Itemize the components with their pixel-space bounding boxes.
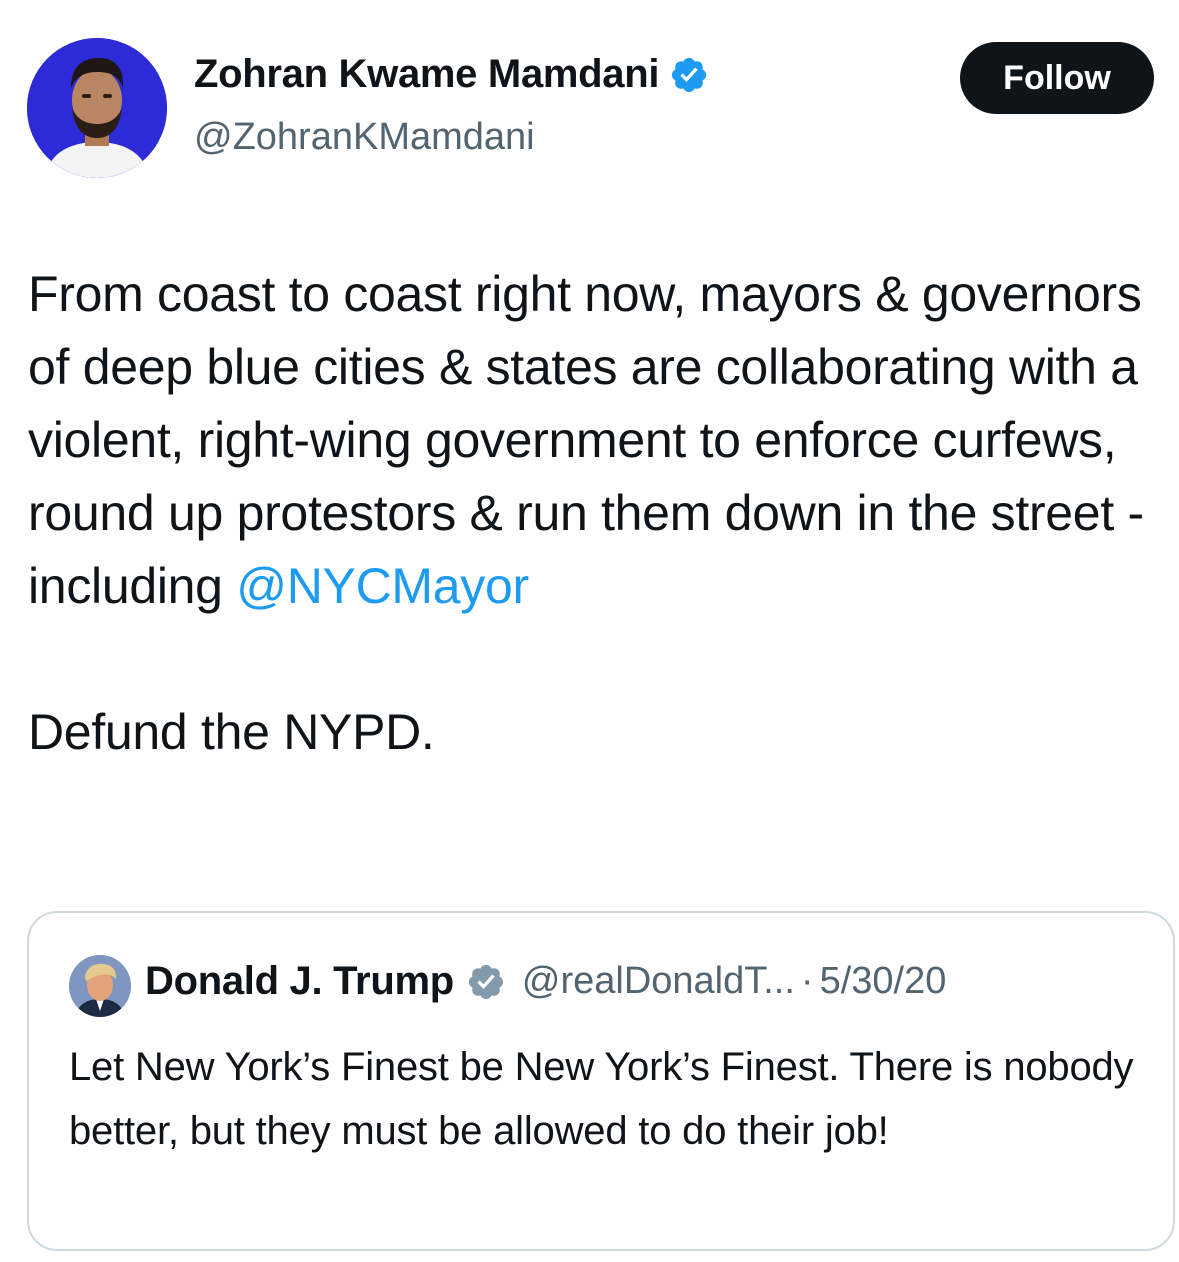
follow-button[interactable]: Follow [960,42,1154,114]
quoted-author-handle[interactable]: @realDonaldT... [522,960,795,1003]
verified-badge-icon[interactable] [669,55,709,95]
separator-dot: · [800,960,814,1002]
quoted-date[interactable]: 5/30/20 [820,960,947,1003]
person-avatar-icon [69,955,131,1017]
verified-badge-gray-icon[interactable] [466,962,506,1002]
person-avatar-icon [27,38,167,178]
tweet-text: From coast to coast right now, mayors & … [28,258,1148,769]
tweet-text-body: From coast to coast right now, mayors & … [28,266,1144,614]
quoted-text: Let New York’s Finest be New York’s Fine… [69,1045,1134,1153]
author-handle[interactable]: @ZohranKMamdani [194,116,535,159]
author-avatar[interactable] [27,38,167,178]
quoted-author-avatar[interactable] [69,955,131,1017]
author-name[interactable]: Zohran Kwame Mamdani [194,52,709,97]
quoted-header: Donald J. Trump @realDonaldT... · 5/30/2… [145,959,946,1004]
tweet[interactable]: Zohran Kwame Mamdani @ZohranKMamdani Fol… [0,0,1179,1262]
quoted-author-name[interactable]: Donald J. Trump [145,959,454,1004]
tweet-text-main: From coast to coast right now, mayors & … [28,258,1148,623]
quoted-tweet[interactable]: Donald J. Trump @realDonaldT... · 5/30/2… [27,911,1175,1251]
mention-link[interactable]: @NYCMayor [236,558,529,614]
tweet-text-closing: Defund the NYPD. [28,704,435,760]
author-name-text[interactable]: Zohran Kwame Mamdani [194,52,660,97]
